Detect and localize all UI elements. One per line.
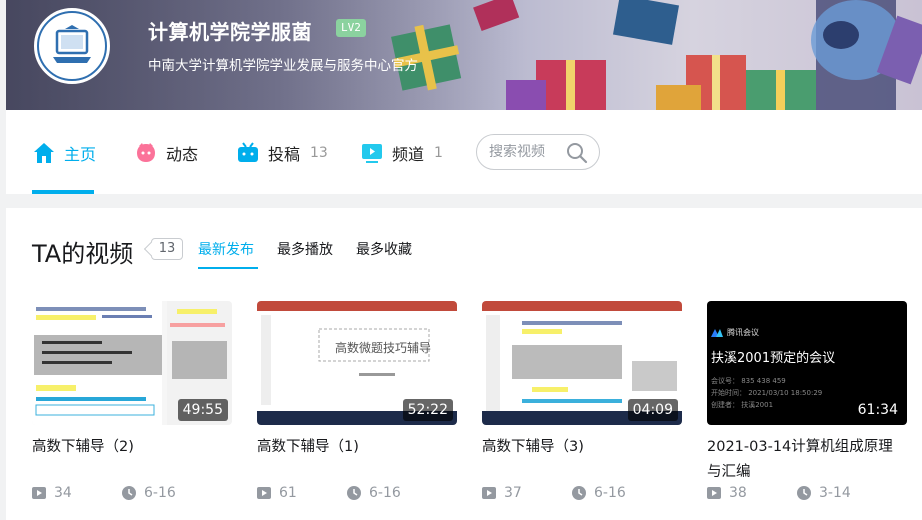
publish-date-value: 3-14 [819,485,851,501]
thumbnail-detail-line: 会议号： 835 438 459 [711,377,786,385]
play-count-icon [707,487,721,499]
play-count-value: 61 [279,485,297,501]
play-count: 38 [707,485,747,501]
video-thumbnail[interactable]: 04:09 [482,301,682,425]
video-title[interactable]: 高数下辅导（2) [32,435,232,485]
video-card[interactable]: 49:55 高数下辅导（2) 34 6-16 [32,301,232,501]
clock-icon [572,486,586,500]
sort-most-played[interactable]: 最多播放 [277,239,333,259]
thumbnail-caption: 扶溪2001预定的会议 [711,351,836,366]
video-meta: 37 6-16 [482,485,682,505]
username: 计算机学院学服菌 [148,20,312,44]
user-sign: 中南大学计算机学院学业发展与服务中心官方 [148,58,418,74]
active-tab-indicator [32,190,94,194]
search-input[interactable] [489,144,567,160]
dynamic-icon [134,141,158,165]
level-badge: LV2 [336,19,366,37]
video-card[interactable]: 腾讯会议 扶溪2001预定的会议 会议号： 835 438 459 开始时间： … [707,301,907,501]
video-duration: 04:09 [627,399,678,421]
tab-home[interactable]: 主页 [32,140,96,166]
tab-dynamic[interactable]: 动态 [134,140,198,166]
meeting-logo-icon [711,328,723,337]
thumbnail-brand-text: 腾讯会议 [727,328,759,337]
sort-newest[interactable]: 最新发布 [198,239,254,259]
video-title[interactable]: 高数下辅导（3) [482,435,682,485]
video-thumbnail[interactable]: 49:55 [32,301,232,425]
tab-count: 13 [310,145,328,161]
video-meta: 61 6-16 [257,485,457,505]
publish-date: 3-14 [797,485,851,501]
section-count-badge: 13 [151,238,183,260]
avatar-logo [37,11,107,81]
video-thumbnail[interactable]: 高数微题技巧辅导 52:22 [257,301,457,425]
tab-label: 频道 [392,145,425,164]
play-count-value: 38 [729,485,747,501]
home-icon [32,141,56,165]
play-count: 34 [32,485,72,501]
tab-label: 主页 [64,145,97,164]
profile-nav: 主页 动态 投稿 13 频道 1 [6,110,922,194]
play-count: 61 [257,485,297,501]
channel-icon [360,141,384,165]
tab-count: 1 [434,145,443,161]
play-count: 37 [482,485,522,501]
tab-label: 投稿 [268,145,301,164]
sort-indicator [198,267,258,269]
play-count-icon [482,487,496,499]
video-title[interactable]: 2021-03-14计算机组成原理与汇编 [707,435,907,485]
thumbnail-detail-line: 创建者： 扶溪2001 [711,401,774,409]
school-logo-icon [53,25,91,63]
video-card[interactable]: 04:09 高数下辅导（3) 37 6-16 [482,301,682,501]
play-count-icon [257,487,271,499]
video-duration: 52:22 [402,399,453,421]
video-thumbnail[interactable]: 腾讯会议 扶溪2001预定的会议 会议号： 835 438 459 开始时间： … [707,301,907,425]
video-duration: 61:34 [857,402,898,418]
publish-date: 6-16 [572,485,626,501]
play-count-value: 37 [504,485,522,501]
clock-icon [797,486,811,500]
publish-date-value: 6-16 [594,485,626,501]
search-box[interactable] [476,134,600,170]
tab-uploads[interactable]: 投稿 13 [236,140,328,166]
video-meta: 38 3-14 [707,485,907,505]
thumbnail-brand: 腾讯会议 [711,327,759,338]
clock-icon [347,486,361,500]
play-count-icon [32,487,46,499]
search-icon[interactable] [565,141,589,165]
uploads-icon [236,141,260,165]
header-banner: 计算机学院学服菌 LV2 中南大学计算机学院学业发展与服务中心官方 [6,0,922,110]
publish-date-value: 6-16 [144,485,176,501]
thumbnail-details: 会议号： 835 438 459 开始时间： 2021/03/10 18:50:… [711,375,822,411]
video-title[interactable]: 高数下辅导（1) [257,435,457,485]
publish-date: 6-16 [347,485,401,501]
tab-label: 动态 [166,145,199,164]
avatar[interactable] [34,8,110,84]
section-title: TA的视频 [32,240,134,268]
publish-date: 6-16 [122,485,176,501]
video-duration: 49:55 [177,399,228,421]
video-meta: 34 6-16 [32,485,232,505]
video-card[interactable]: 高数微题技巧辅导 52:22 高数下辅导（1) 61 6-16 [257,301,457,501]
publish-date-value: 6-16 [369,485,401,501]
sort-most-favorited[interactable]: 最多收藏 [356,239,412,259]
videos-section: TA的视频 13 最新发布 最多播放 最多收藏 49:55 高数下辅导（2) 3… [6,208,922,520]
thumbnail-detail-line: 开始时间： 2021/03/10 18:50:29 [711,389,823,397]
play-count-value: 34 [54,485,72,501]
clock-icon [122,486,136,500]
banner-illustration [391,0,922,110]
thumbnail-caption: 高数微题技巧辅导 [335,341,432,355]
tab-channels[interactable]: 频道 1 [360,140,443,166]
